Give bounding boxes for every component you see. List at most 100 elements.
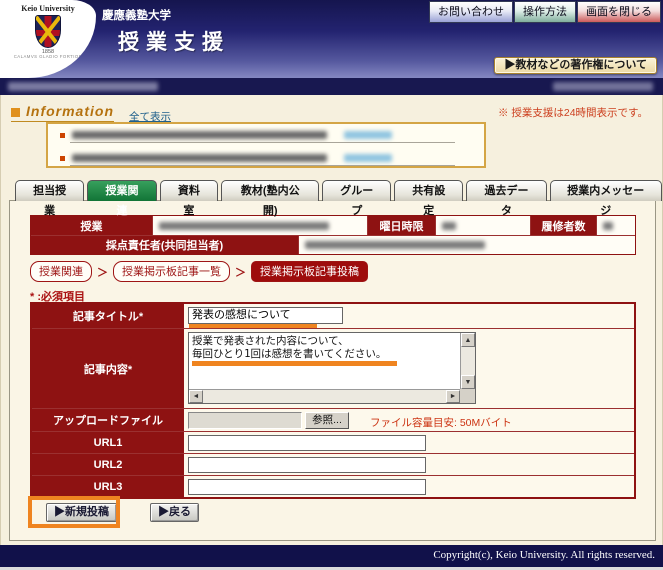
title-row: 記事タイトル* 発表の感想について: [32, 304, 634, 328]
copyright-text: Copyright(c), Keio University. All right…: [433, 549, 655, 561]
url3-label: URL3: [32, 476, 184, 497]
content-row: 記事内容* 授業で発表された内容について、 毎回ひとり1回は感想を書いてください…: [32, 328, 634, 408]
bullet-icon: [60, 133, 65, 138]
annotation-highlight-submit: [28, 496, 120, 528]
article-content-label: 記事内容*: [32, 329, 184, 408]
scroll-left-icon[interactable]: ◄: [189, 390, 203, 403]
user-status-bar: [0, 78, 663, 95]
article-content-cell: 授業で発表された内容について、 毎回ひとり1回は感想を書いてください。 ▲ ▼ …: [184, 329, 634, 408]
info-item: [54, 127, 478, 147]
information-label: Information: [26, 103, 114, 119]
upload-file-label: アップロードファイル: [32, 409, 184, 431]
article-title-cell: 発表の感想について: [184, 304, 634, 328]
back-button[interactable]: ▶戻る: [150, 503, 199, 522]
day-period-value: [436, 216, 531, 235]
breadcrumb-board-article-post: 授業掲示板記事投稿: [251, 261, 368, 282]
information-heading: Information: [11, 103, 114, 122]
scrollbar-corner: [460, 389, 475, 403]
keio-university-logo: Keio University 1858 CALAMVS GLADIO FORT…: [0, 0, 96, 78]
scroll-up-icon[interactable]: ▲: [461, 333, 475, 347]
annotation-underline-content: [192, 361, 397, 366]
url3-input[interactable]: [188, 479, 426, 495]
help-button[interactable]: 操作方法: [514, 1, 576, 23]
browse-button[interactable]: 参照...: [305, 412, 349, 429]
contact-button[interactable]: お問い合わせ: [429, 1, 513, 23]
materials-copyright-button[interactable]: ▶教材などの著作権について: [494, 57, 657, 74]
grader-value: [299, 236, 635, 254]
tab-past-data[interactable]: 過去データ: [466, 180, 546, 201]
logo-year: 1858: [0, 49, 96, 55]
header: Keio University 1858 CALAMVS GLADIO FORT…: [0, 0, 663, 78]
horizontal-scrollbar[interactable]: ◄ ►: [189, 389, 460, 403]
keio-shield-icon: [35, 15, 61, 48]
article-content-textarea[interactable]: 授業で発表された内容について、 毎回ひとり1回は感想を書いてください。 ▲ ▼ …: [188, 332, 476, 404]
url2-label: URL2: [32, 454, 184, 475]
breadcrumb-board-article-list[interactable]: 授業掲示板記事一覧: [113, 261, 230, 282]
info-item: [54, 150, 478, 170]
scroll-right-icon[interactable]: ►: [446, 390, 460, 403]
upload-file-input[interactable]: [188, 412, 302, 429]
redacted-day-period: [442, 222, 456, 230]
university-name: 慶應義塾大学: [102, 7, 171, 23]
redacted-info-text: [72, 154, 327, 162]
chevron-right-icon: ＞: [97, 264, 108, 280]
logo-motto: CALAMVS GLADIO FORTIOR: [5, 55, 91, 60]
vertical-scrollbar[interactable]: ▲ ▼: [460, 333, 475, 389]
course-info-table: 授業 曜日時限 履修者数 採点責任者(共同担当者): [30, 215, 636, 255]
redacted-enrolled-count: [603, 222, 613, 230]
grader-label: 採点責任者(共同担当者): [31, 236, 299, 254]
content-line: 毎回ひとり1回は感想を書いてください。: [192, 348, 458, 361]
bullet-icon: [60, 156, 65, 161]
url2-cell: [184, 454, 634, 475]
logo-university-name: Keio University: [0, 4, 96, 13]
footer: Copyright(c), Keio University. All right…: [0, 545, 663, 567]
url1-label: URL1: [32, 432, 184, 453]
redacted-course-name: [159, 222, 329, 230]
url2-input[interactable]: [188, 457, 426, 473]
close-screen-button[interactable]: 画面を閉じる: [577, 1, 661, 23]
url3-row: URL3: [32, 475, 634, 497]
main-panel: 授業 曜日時限 履修者数 採点責任者(共同担当者) 授業関連 ＞ 授業掲示板記事…: [9, 200, 656, 541]
tab-library[interactable]: 資料室: [160, 180, 219, 201]
tab-class-related[interactable]: 授業関連: [87, 180, 156, 201]
article-title-label: 記事タイトル*: [32, 304, 184, 328]
redacted-info-text: [72, 131, 327, 139]
url1-cell: [184, 432, 634, 453]
information-box: [46, 122, 486, 168]
tab-assigned-classes[interactable]: 担当授業: [15, 180, 84, 201]
redacted-info-link[interactable]: [344, 131, 392, 139]
header-nav-buttons: お問い合わせ 操作方法 画面を閉じる: [429, 1, 661, 23]
tab-materials-public[interactable]: 教材(塾内公開): [221, 180, 319, 201]
divider: [70, 142, 455, 143]
breadcrumb: 授業関連 ＞ 授業掲示板記事一覧 ＞ 授業掲示板記事投稿: [30, 261, 368, 282]
upload-row: アップロードファイル 参照... ファイル容量目安: 50Mバイト: [32, 408, 634, 431]
divider: [70, 165, 455, 166]
redacted-user-name: [8, 82, 158, 91]
tab-shared-settings[interactable]: 共有設定: [394, 180, 463, 201]
breadcrumb-class-related[interactable]: 授業関連: [30, 261, 92, 282]
tab-bar: 担当授業 授業関連 資料室 教材(塾内公開) グループ 共有設定 過去データ 授…: [15, 180, 662, 201]
tab-groups[interactable]: グループ: [322, 180, 391, 201]
tab-class-messages[interactable]: 授業内メッセージ: [550, 180, 662, 201]
article-title-input[interactable]: 発表の感想について: [188, 307, 343, 324]
url1-row: URL1: [32, 431, 634, 453]
enrolled-label: 履修者数: [531, 216, 597, 235]
information-square-icon: [11, 108, 20, 117]
course-info-row: 採点責任者(共同担当者): [31, 235, 635, 254]
content-line: 授業で発表された内容について、: [192, 335, 458, 348]
app-title: 授業支援: [118, 26, 230, 56]
redacted-info-link[interactable]: [344, 154, 392, 162]
url3-cell: [184, 476, 634, 497]
redacted-grader-names: [305, 241, 485, 249]
scroll-down-icon[interactable]: ▼: [461, 375, 475, 389]
redacted-datetime: [553, 82, 653, 91]
annotation-underline-title: [189, 324, 317, 328]
upload-file-cell: 参照... ファイル容量目安: 50Mバイト: [184, 409, 634, 431]
file-size-hint: ファイル容量目安: 50Mバイト: [370, 415, 512, 430]
article-post-form: 記事タイトル* 発表の感想について 記事内容* 授業で発表された内容について、 …: [30, 302, 636, 499]
url2-row: URL2: [32, 453, 634, 475]
hours-note: ※ 授業支援は24時間表示です。: [498, 105, 648, 120]
page-content: Information 全て表示 ※ 授業支援は24時間表示です。 担当授業 授…: [0, 95, 663, 545]
url1-input[interactable]: [188, 435, 426, 451]
chevron-right-icon: ＞: [235, 264, 246, 280]
